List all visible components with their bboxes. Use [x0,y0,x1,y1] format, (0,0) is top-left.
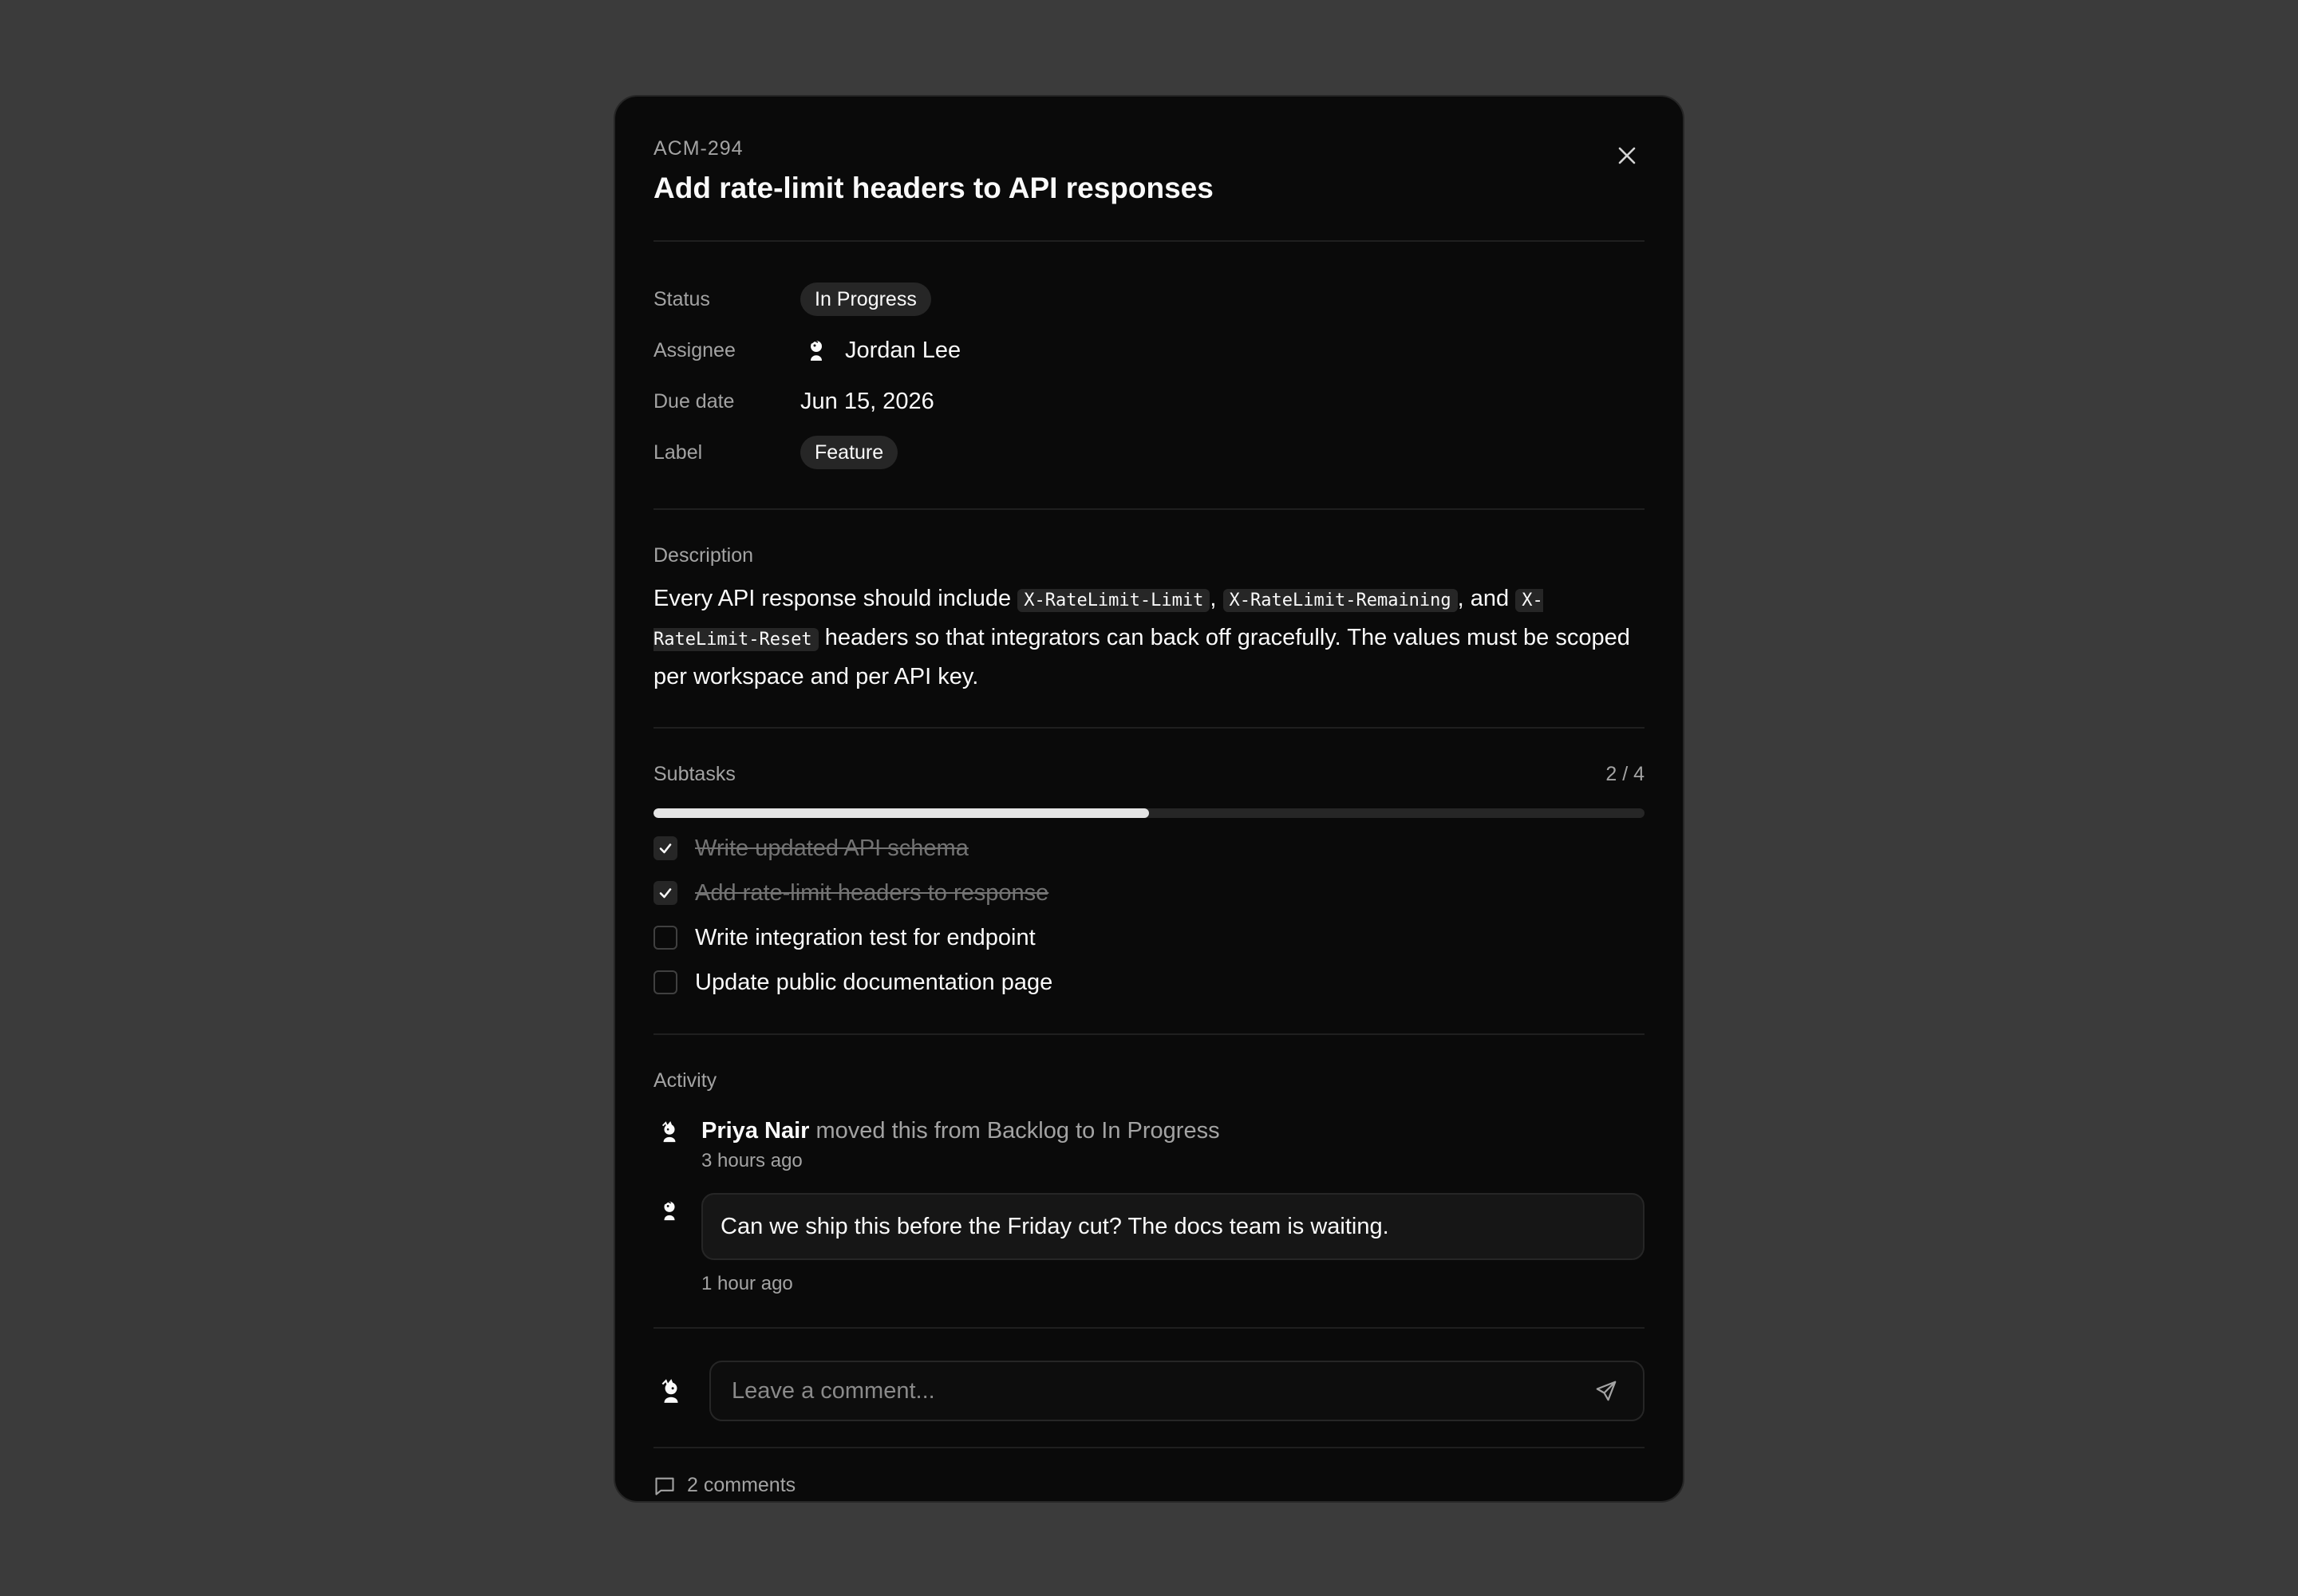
subtask-list: Write updated API schema Add rate-limit … [653,826,1645,1033]
activity-time: 3 hours ago [701,1150,803,1171]
subtask-label: Write integration test for endpoint [695,924,1036,950]
close-icon [1618,147,1636,164]
label-badge[interactable]: Feature [800,436,898,469]
description-text-part: , [1210,586,1223,611]
status-label: Status [653,287,710,310]
properties-section: Status In Progress Assignee Jordan Lee D… [653,242,1645,508]
subtasks-heading: Subtasks [653,763,736,785]
assignee-value[interactable]: Jordan Lee [800,334,961,366]
subtasks-count: 2 / 4 [1605,762,1645,785]
actor-name[interactable]: Priya Nair [701,1118,809,1144]
activity-heading: Activity [653,1069,717,1092]
send-icon [1596,1381,1617,1401]
subtask-checkbox[interactable] [653,836,677,860]
description-text-part: Every API response should include [653,586,1018,611]
close-button[interactable] [1609,138,1645,173]
subtasks-progress-bar [653,808,1645,818]
activity-comment: Can we ship this before the Friday cut? … [653,1193,1645,1295]
status-badge[interactable]: In Progress [800,282,931,316]
subtask-item[interactable]: Add rate-limit headers to response [653,871,1645,915]
description-heading: Description [653,544,754,567]
send-button[interactable] [1590,1375,1622,1407]
comment-bubble: Can we ship this before the Friday cut? … [701,1193,1645,1260]
activity-event: Priya Nair moved this from Backlog to In… [653,1115,1645,1172]
description-text-part: , and [1457,586,1516,611]
check-icon [659,843,672,854]
progress-fill [653,808,1149,818]
comment-time: 1 hour ago [701,1273,793,1294]
comment-icon [655,1477,674,1495]
assignee-label: Assignee [653,338,736,361]
header-code: X-RateLimit-Remaining [1222,589,1458,612]
issue-key: ACM-294 [653,137,744,160]
check-icon [659,888,672,899]
commenter-avatar [653,1195,685,1227]
current-user-avatar [653,1373,689,1408]
subtask-item[interactable]: Update public documentation page [653,960,1645,1005]
due-date-value[interactable]: Jun 15, 2026 [800,389,934,415]
subtask-item[interactable]: Write integration test for endpoint [653,915,1645,960]
subtask-label: Write updated API schema [695,835,969,861]
subtasks-section: Subtasks 2 / 4 Write updated API schema … [653,729,1645,1033]
comment-input[interactable] [732,1377,1590,1404]
assignee-name: Jordan Lee [845,337,961,363]
status-row: Status In Progress [653,274,1645,325]
due-date-label: Due date [653,389,735,413]
assignee-row: Assignee Jordan Lee [653,325,1645,376]
subtask-label: Update public documentation page [695,969,1053,995]
activity-action: moved this from Backlog to In Progress [809,1118,1220,1144]
label-row: Label Feature [653,427,1645,478]
issue-title: Add rate-limit headers to API responses [653,172,1214,204]
header-code: X-RateLimit-Limit [1017,589,1210,612]
subtask-checkbox[interactable] [653,926,677,950]
comment-composer [653,1329,1645,1447]
actor-avatar [653,1116,685,1148]
issue-modal: ACM-294 Add rate-limit headers to API re… [614,95,1684,1503]
activity-section: Activity Priya Nair moved this from Back… [653,1035,1645,1327]
due-date-row: Due date Jun 15, 2026 [653,376,1645,427]
comments-count[interactable]: 2 comments [687,1474,796,1497]
subtask-checkbox[interactable] [653,881,677,905]
description-text: Every API response should include X-Rate… [653,580,1645,727]
subtask-item[interactable]: Write updated API schema [653,826,1645,871]
subtask-checkbox[interactable] [653,970,677,994]
label-label: Label [653,440,703,464]
subtask-label: Add rate-limit headers to response [695,879,1049,906]
description-section: Description Every API response should in… [653,510,1645,727]
comment-input-wrapper [709,1361,1645,1421]
assignee-avatar [800,334,832,366]
footer: 2 comments [653,1448,1645,1497]
